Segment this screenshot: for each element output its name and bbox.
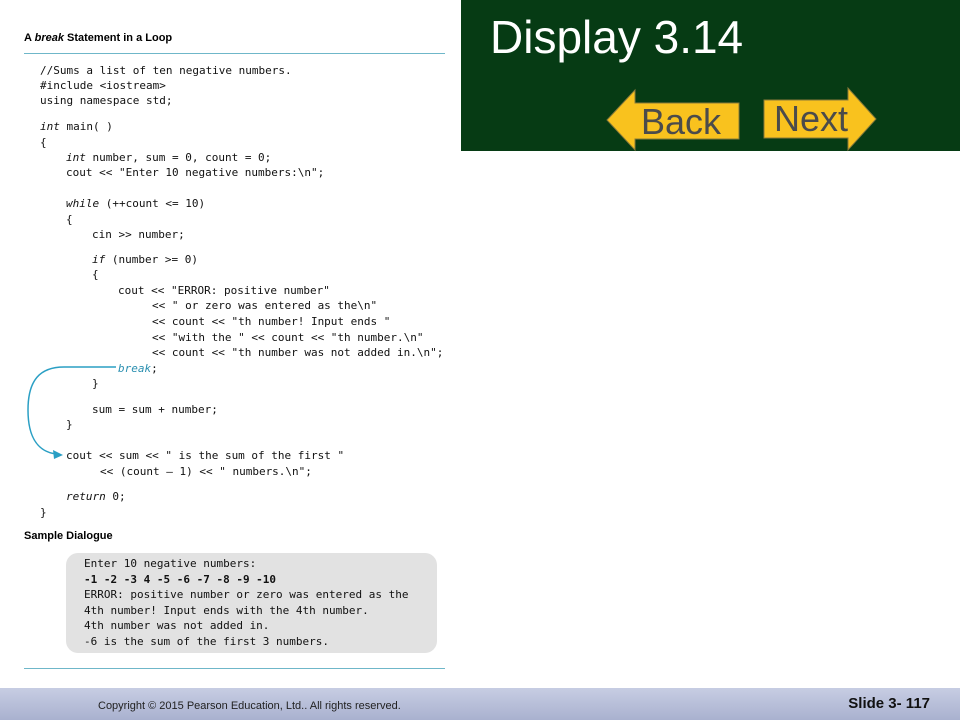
dialogue-line: -6 is the sum of the first 3 numbers. <box>84 635 330 648</box>
slide-title: Display 3.14 <box>490 11 744 63</box>
dialogue-line: ERROR: positive number or zero was enter… <box>84 588 409 601</box>
next-button[interactable]: Next <box>762 86 878 152</box>
back-button-label: Back <box>641 101 722 142</box>
copyright-text: Copyright © 2015 Pearson Education, Ltd.… <box>98 700 401 712</box>
footer-bar: Copyright © 2015 Pearson Education, Ltd.… <box>0 688 960 720</box>
dialogue-line: 4th number! Input ends with the 4th numb… <box>84 604 369 617</box>
code-figure-panel: A break Statement in a Loop //Sums a lis… <box>0 0 460 688</box>
sample-dialogue-heading: Sample Dialogue <box>24 530 113 542</box>
slide-number: Slide 3- 117 <box>848 695 930 712</box>
back-button[interactable]: Back <box>605 88 741 152</box>
dialogue-line: 4th number was not added in. <box>84 619 270 632</box>
dialogue-input-line: -1 -2 -3 4 -5 -6 -7 -8 -9 -10 <box>84 573 277 586</box>
dialogue-line: Enter 10 negative numbers: <box>84 557 257 570</box>
next-button-label: Next <box>774 98 849 139</box>
bottom-divider <box>24 668 445 669</box>
